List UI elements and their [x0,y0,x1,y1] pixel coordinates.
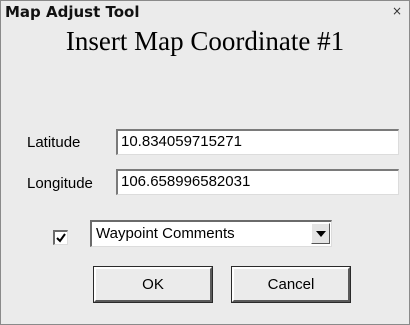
close-icon[interactable]: × [390,5,404,18]
comments-dropdown[interactable]: Waypoint Comments [90,220,332,247]
longitude-input[interactable]: 106.658996582031 [116,169,399,195]
checkmark-icon [56,233,66,243]
comments-checkbox[interactable] [53,230,68,245]
ok-button[interactable]: OK [93,266,213,303]
latitude-input[interactable]: 10.834059715271 [116,129,399,155]
comments-dropdown-value: Waypoint Comments [96,225,235,242]
window-title: Map Adjust Tool [5,3,140,21]
dropdown-arrow-icon [316,231,326,237]
dropdown-arrow-button[interactable] [311,223,330,244]
cancel-button[interactable]: Cancel [231,266,351,303]
longitude-label: Longitude [27,175,93,192]
title-bar[interactable]: Map Adjust Tool × [1,1,409,23]
latitude-label: Latitude [27,134,81,151]
map-adjust-dialog: Map Adjust Tool × Insert Map Coordinate … [0,0,410,325]
dialog-heading: Insert Map Coordinate #1 [65,26,345,56]
